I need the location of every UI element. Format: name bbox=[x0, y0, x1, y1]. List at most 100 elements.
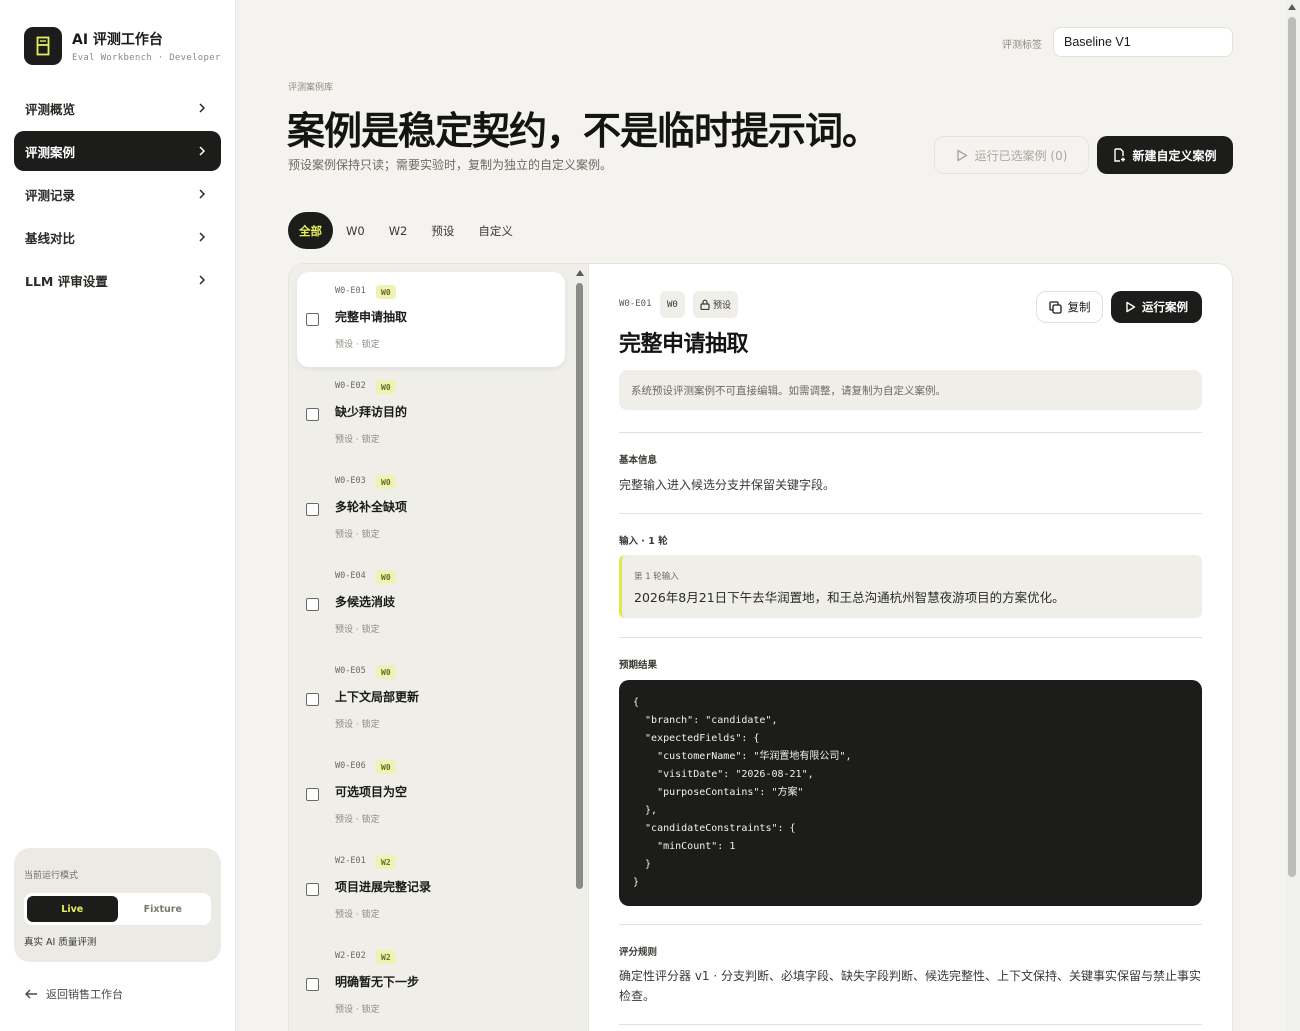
list-item[interactable]: W0-E06 W0 可选项目为空 预设 · 锁定 bbox=[297, 747, 565, 842]
case-id: W0-E05 bbox=[335, 666, 366, 676]
run-case-button[interactable]: 运行案例 bbox=[1111, 291, 1202, 323]
expected-json: { "branch": "candidate", "expectedFields… bbox=[633, 697, 852, 888]
eval-tag-label: 评测标签 bbox=[1002, 40, 1042, 51]
run-selected-button[interactable]: 运行已选案例 (0) bbox=[934, 136, 1089, 174]
list-item[interactable]: W0-E01 W0 完整申请抽取 预设 · 锁定 bbox=[297, 272, 565, 367]
arrow-left-icon bbox=[25, 989, 37, 999]
chevron-right-icon bbox=[199, 146, 206, 156]
sidebar-item-llm-settings[interactable]: LLM 评审设置 bbox=[14, 260, 221, 300]
list-item[interactable]: W0-E04 W0 多候选消歧 预设 · 锁定 bbox=[297, 557, 565, 652]
new-custom-case-button[interactable]: 新建自定义案例 bbox=[1097, 136, 1233, 174]
list-item[interactable]: W2-E02 W2 明确暂无下一步 预设 · 锁定 bbox=[297, 937, 565, 1031]
list-scroll-up-icon[interactable] bbox=[576, 270, 584, 276]
chevron-right-icon bbox=[199, 189, 206, 199]
lock-icon bbox=[700, 299, 710, 310]
case-checkbox[interactable] bbox=[306, 788, 319, 801]
case-title: 可选项目为空 bbox=[335, 785, 408, 799]
sidebar-item-baseline[interactable]: 基线对比 bbox=[14, 217, 221, 257]
case-checkbox[interactable] bbox=[306, 408, 319, 421]
case-meta: 预设 · 锁定 bbox=[335, 530, 380, 540]
brand: AI 评测工作台 Eval Workbench · Developer bbox=[24, 27, 221, 65]
case-meta: 预设 · 锁定 bbox=[335, 1005, 380, 1015]
brand-title: AI 评测工作台 bbox=[72, 32, 163, 48]
sidebar-item-label: 评测概览 bbox=[25, 101, 76, 117]
case-wave-badge: W0 bbox=[376, 665, 396, 679]
case-title: 明确暂无下一步 bbox=[335, 975, 420, 989]
run-mode-label: 当前运行模式 bbox=[24, 871, 79, 881]
case-checkbox[interactable] bbox=[306, 313, 319, 326]
round-text: 2026年8月21日下午去华润置地，和王总沟通杭州智慧夜游项目的方案优化。 bbox=[634, 590, 1065, 605]
run-mode-card: 当前运行模式 Live Fixture 真实 AI 质量评测 bbox=[14, 848, 221, 962]
case-checkbox[interactable] bbox=[306, 693, 319, 706]
sidebar-item-records[interactable]: 评测记录 bbox=[14, 174, 221, 214]
case-id: W0-E04 bbox=[335, 571, 366, 581]
copy-button[interactable]: 复制 bbox=[1036, 291, 1103, 323]
case-list: W0-E01 W0 完整申请抽取 预设 · 锁定 W0-E02 W0 缺少拜访目… bbox=[289, 264, 589, 1031]
new-custom-case-label: 新建自定义案例 bbox=[1132, 148, 1217, 163]
sidebar-item-cases[interactable]: 评测案例 bbox=[14, 131, 221, 171]
mode-option-live[interactable]: Live bbox=[27, 896, 118, 922]
divider bbox=[619, 637, 1202, 638]
detail-case-id: W0-E01 bbox=[619, 299, 652, 309]
detail-wave-badge: W0 bbox=[660, 291, 685, 318]
case-meta: 预设 · 锁定 bbox=[335, 435, 380, 445]
case-title: 上下文局部更新 bbox=[335, 690, 420, 704]
eval-tag-input[interactable] bbox=[1053, 27, 1233, 57]
case-id: W2-E02 bbox=[335, 951, 366, 961]
sidebar-item-overview[interactable]: 评测概览 bbox=[14, 88, 221, 128]
window-scroll-up-icon[interactable] bbox=[1288, 4, 1296, 10]
case-id: W0-E03 bbox=[335, 476, 366, 486]
case-title: 完整申请抽取 bbox=[335, 310, 408, 324]
mode-option-fixture[interactable]: Fixture bbox=[118, 896, 209, 922]
tab-preset[interactable]: 预设 bbox=[420, 212, 465, 249]
scoring-text: 确定性评分器 v1 · 分支判断、必填字段、缺失字段判断、候选完整性、上下文保持… bbox=[619, 969, 1201, 1003]
case-meta: 预设 · 锁定 bbox=[335, 815, 380, 825]
expected-label: 预期结果 bbox=[619, 660, 658, 671]
case-title: 多候选消歧 bbox=[335, 595, 396, 609]
input-round: 第 1 轮输入 2026年8月21日下午去华润置地，和王总沟通杭州智慧夜游项目的… bbox=[619, 555, 1202, 618]
sidebar-nav: 评测概览 评测案例 评测记录 基线对比 LLM 评审设置 bbox=[14, 88, 221, 303]
case-wave-badge: W2 bbox=[376, 950, 396, 964]
tab-w0[interactable]: W0 bbox=[335, 212, 376, 249]
list-item[interactable]: W0-E03 W0 多轮补全缺项 预设 · 锁定 bbox=[297, 462, 565, 557]
basic-info-text: 完整输入进入候选分支并保留关键字段。 bbox=[619, 478, 836, 492]
case-checkbox[interactable] bbox=[306, 503, 319, 516]
case-detail: W0-E01 W0 预设 完整申请抽取 复制 运行案例 系统预设评测案例不可直接… bbox=[619, 264, 1202, 1031]
cases-panel: W0-E01 W0 完整申请抽取 预设 · 锁定 W0-E02 W0 缺少拜访目… bbox=[288, 263, 1233, 1031]
case-checkbox[interactable] bbox=[306, 598, 319, 611]
case-checkbox[interactable] bbox=[306, 978, 319, 991]
list-scrollbar[interactable] bbox=[576, 283, 583, 889]
new-file-icon bbox=[1114, 148, 1126, 162]
back-to-sales-link[interactable]: 返回销售工作台 bbox=[24, 986, 123, 1002]
readonly-notice-text: 系统预设评测案例不可直接编辑。如需调整，请复制为自定义案例。 bbox=[631, 384, 946, 397]
tab-all[interactable]: 全部 bbox=[288, 212, 333, 249]
detail-title: 完整申请抽取 bbox=[619, 332, 749, 357]
back-link-label: 返回销售工作台 bbox=[46, 988, 123, 1001]
tab-w2[interactable]: W2 bbox=[378, 212, 419, 249]
divider bbox=[619, 1024, 1202, 1025]
tab-custom[interactable]: 自定义 bbox=[467, 212, 524, 249]
list-item[interactable]: W2-E01 W2 项目进展完整记录 预设 · 锁定 bbox=[297, 842, 565, 937]
scoring-label: 评分规则 bbox=[619, 947, 658, 958]
input-label: 输入 · 1 轮 bbox=[619, 536, 668, 547]
basic-info-label: 基本信息 bbox=[619, 455, 658, 466]
case-wave-badge: W0 bbox=[376, 380, 396, 394]
case-title: 项目进展完整记录 bbox=[335, 880, 432, 894]
list-item[interactable]: W0-E05 W0 上下文局部更新 预设 · 锁定 bbox=[297, 652, 565, 747]
chevron-right-icon bbox=[199, 232, 206, 242]
case-checkbox[interactable] bbox=[306, 883, 319, 896]
list-item[interactable]: W0-E02 W0 缺少拜访目的 预设 · 锁定 bbox=[297, 367, 565, 462]
case-wave-badge: W0 bbox=[376, 570, 396, 584]
case-title: 缺少拜访目的 bbox=[335, 405, 408, 419]
divider bbox=[619, 432, 1202, 433]
run-mode-description: 真实 AI 质量评测 bbox=[24, 937, 97, 948]
sidebar: AI 评测工作台 Eval Workbench · Developer 评测概览… bbox=[0, 0, 236, 1031]
window-scrollbar-thumb[interactable] bbox=[1288, 17, 1296, 877]
chevron-right-icon bbox=[199, 103, 206, 113]
case-id: W2-E01 bbox=[335, 856, 366, 866]
chevron-right-icon bbox=[199, 275, 206, 285]
copy-label: 复制 bbox=[1067, 300, 1091, 314]
case-meta: 预设 · 锁定 bbox=[335, 910, 380, 920]
detail-lock-badge: 预设 bbox=[693, 291, 739, 318]
page-title: 案例是稳定契约，不是临时提示词。 bbox=[287, 109, 880, 153]
